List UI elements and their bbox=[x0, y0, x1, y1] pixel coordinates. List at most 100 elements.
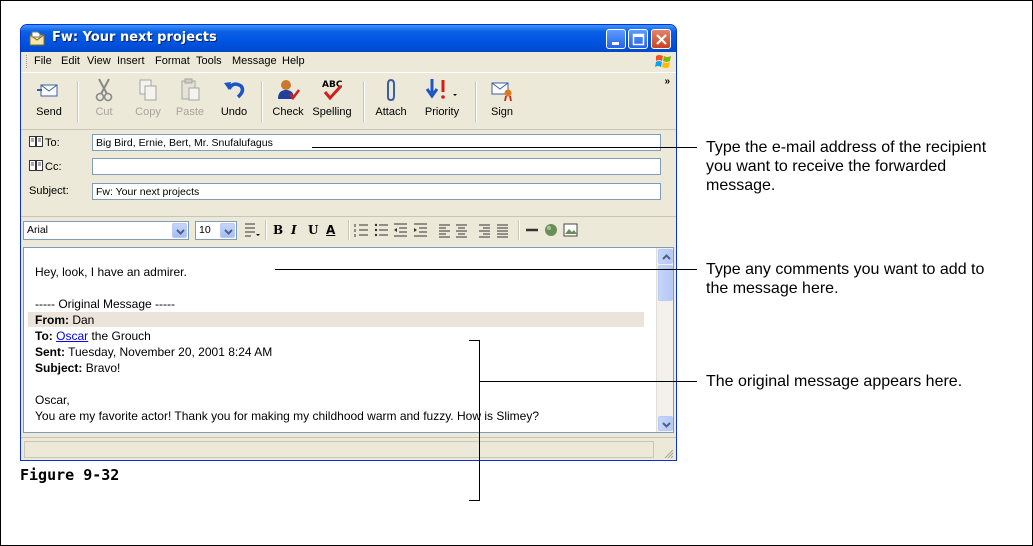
insert-icons[interactable] bbox=[525, 222, 583, 238]
sent-value: Tuesday, November 20, 2001 8:24 AM bbox=[68, 345, 273, 359]
menu-edit[interactable]: Edit bbox=[61, 55, 80, 67]
list-indent-icons[interactable] bbox=[354, 222, 474, 238]
scroll-down-button[interactable] bbox=[658, 416, 673, 431]
address-callout: Type the e-mail address of the recipient… bbox=[706, 139, 987, 194]
menu-view[interactable]: View bbox=[87, 55, 111, 67]
address-header: To: Big Bird, Ernie, Bert, Mr. Snufalufa… bbox=[21, 131, 676, 211]
align-center-icon[interactable] bbox=[456, 224, 467, 238]
from-line: From: Dan bbox=[35, 313, 94, 327]
menu-tools[interactable]: Tools bbox=[196, 55, 222, 67]
toolbar-separator bbox=[77, 81, 79, 123]
sent-line: Sent: Tuesday, November 20, 2001 8:24 AM bbox=[35, 345, 272, 359]
font-name-select[interactable]: Arial bbox=[23, 221, 189, 240]
send-button[interactable]: Send bbox=[33, 77, 65, 118]
undo-icon bbox=[224, 82, 245, 99]
to-line: To: Oscar the Grouch bbox=[35, 329, 151, 343]
cut-button[interactable]: Cut bbox=[89, 77, 119, 118]
sign-button[interactable]: Sign bbox=[487, 77, 517, 118]
address-callout-line bbox=[312, 147, 697, 148]
attach-button[interactable]: Attach bbox=[373, 77, 409, 118]
scissors-icon bbox=[95, 78, 113, 102]
scroll-up-button[interactable] bbox=[658, 249, 673, 264]
minimize-button[interactable] bbox=[606, 29, 626, 49]
subject-label-body: Subject: bbox=[35, 361, 83, 375]
paste-icon bbox=[181, 78, 200, 101]
subject-field[interactable]: Fw: Your next projects bbox=[92, 183, 661, 200]
undo-button[interactable]: Undo bbox=[217, 77, 251, 118]
original-message-bracket bbox=[469, 340, 480, 501]
close-button[interactable] bbox=[651, 29, 671, 49]
paste-button[interactable]: Paste bbox=[173, 77, 207, 118]
toolbar-overflow-chevron[interactable]: » bbox=[664, 76, 670, 87]
status-pane bbox=[24, 441, 654, 458]
check-names-button[interactable]: Check bbox=[271, 77, 305, 118]
copy-icon bbox=[139, 79, 157, 101]
decrease-indent-icon[interactable] bbox=[394, 223, 407, 237]
subject-label: Subject: bbox=[29, 185, 69, 197]
sign-icon bbox=[491, 82, 512, 102]
priority-button[interactable]: Priority bbox=[419, 77, 465, 118]
maximize-button[interactable] bbox=[628, 29, 648, 49]
font-name-value: Arial bbox=[27, 224, 49, 236]
from-row-highlight bbox=[28, 312, 644, 327]
resize-grip-icon[interactable] bbox=[662, 447, 674, 459]
font-color-button[interactable]: A bbox=[326, 223, 335, 237]
align-right-icon[interactable] bbox=[479, 224, 490, 238]
spelling-icon: ABC bbox=[322, 80, 343, 101]
cc-field[interactable] bbox=[92, 158, 661, 175]
message-body[interactable]: Hey, look, I have an admirer. ----- Orig… bbox=[23, 247, 674, 433]
to-field[interactable]: Big Bird, Ernie, Bert, Mr. Snufalufagus bbox=[92, 134, 661, 151]
align-left-icon[interactable] bbox=[439, 224, 450, 238]
menu-format[interactable]: Format bbox=[155, 55, 190, 67]
address-book-icon[interactable] bbox=[29, 160, 43, 171]
menu-insert[interactable]: Insert bbox=[117, 55, 145, 67]
font-size-select[interactable]: 10 bbox=[195, 221, 237, 240]
menu-bar: File Edit View Insert Format Tools Messa… bbox=[21, 52, 676, 71]
italic-button[interactable]: I bbox=[291, 223, 297, 237]
priority-icon bbox=[425, 79, 457, 99]
greeting-text: Oscar, bbox=[35, 393, 70, 407]
hyperlink-icon[interactable] bbox=[545, 224, 557, 236]
underline-button[interactable]: U bbox=[308, 223, 318, 237]
toolbar-separator bbox=[261, 81, 263, 123]
toolbar-separator bbox=[518, 220, 520, 240]
toolbar-separator bbox=[363, 81, 365, 123]
vertical-scrollbar[interactable] bbox=[656, 248, 673, 432]
font-size-value: 10 bbox=[199, 224, 211, 236]
copy-button[interactable]: Copy bbox=[133, 77, 163, 118]
menu-help[interactable]: Help bbox=[282, 55, 305, 67]
window-title: Fw: Your next projects bbox=[52, 30, 217, 45]
scroll-thumb[interactable] bbox=[658, 265, 673, 301]
title-bar[interactable]: Fw: Your next projects bbox=[21, 25, 676, 52]
numbered-list-icon[interactable] bbox=[354, 224, 368, 237]
justify-icon[interactable] bbox=[497, 224, 508, 238]
menu-message[interactable]: Message bbox=[232, 55, 277, 67]
compose-window: Fw: Your next projects File Edit View In… bbox=[20, 24, 677, 461]
bullet-list-icon[interactable] bbox=[374, 223, 388, 237]
chevron-down-icon[interactable] bbox=[172, 223, 187, 238]
figure-caption: Figure 9-32 bbox=[20, 466, 120, 484]
bold-button[interactable]: B bbox=[273, 223, 283, 237]
original-callout: The original message appears here. bbox=[706, 373, 963, 390]
to-label-body: To: bbox=[35, 329, 53, 343]
cc-label-wrap: Cc: bbox=[29, 160, 62, 173]
address-book-icon[interactable] bbox=[29, 136, 43, 147]
toolbar-separator bbox=[265, 220, 267, 240]
cc-label: Cc: bbox=[45, 161, 62, 173]
menu-file[interactable]: File bbox=[34, 55, 52, 67]
paragraph-style-icon[interactable] bbox=[243, 222, 261, 238]
formatting-toolbar: Arial 10 B I U A bbox=[21, 216, 676, 243]
oscar-link[interactable]: Oscar bbox=[56, 329, 88, 343]
comment-text: Hey, look, I have an admirer. bbox=[35, 265, 187, 279]
close-icon bbox=[656, 34, 667, 45]
align-right-justify-icons[interactable] bbox=[477, 222, 517, 238]
chevron-down-icon[interactable] bbox=[220, 223, 235, 238]
insert-picture-icon[interactable] bbox=[563, 223, 578, 237]
send-icon bbox=[37, 84, 58, 97]
figure-frame: Fw: Your next projects File Edit View In… bbox=[0, 0, 1033, 546]
original-message-marker: ----- Original Message ----- bbox=[35, 297, 176, 311]
mail-envelope-icon bbox=[29, 31, 45, 46]
to-label: To: bbox=[45, 137, 60, 149]
increase-indent-icon[interactable] bbox=[414, 223, 427, 237]
spelling-button[interactable]: ABC Spelling bbox=[311, 77, 353, 118]
